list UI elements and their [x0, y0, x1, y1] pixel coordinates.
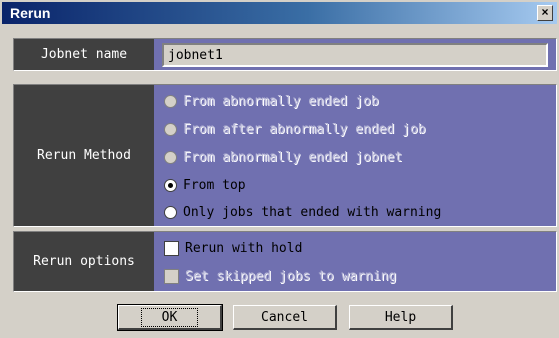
- radio-label: From abnormally ended jobnet: [183, 149, 403, 165]
- jobnet-name-field[interactable]: [162, 43, 548, 67]
- radio-button-icon: [164, 150, 177, 164]
- help-button[interactable]: Help: [349, 305, 453, 330]
- close-button[interactable]: ×: [537, 5, 553, 21]
- ok-button[interactable]: OK: [117, 304, 223, 331]
- checkbox-icon: [164, 240, 179, 256]
- rerun-options-label: Rerun options: [14, 232, 154, 291]
- rerun-method-panel: Rerun Method From abnormally ended job F…: [13, 84, 557, 227]
- radio-only-jobs-ended-with-warning[interactable]: Only jobs that ended with warning: [164, 202, 441, 222]
- close-icon: ×: [541, 5, 549, 19]
- radio-from-abnormally-ended-jobnet[interactable]: From abnormally ended jobnet: [164, 147, 402, 167]
- jobnet-name-label: Jobnet name: [14, 39, 154, 70]
- checkbox-label: Set skipped jobs to warning: [185, 268, 397, 284]
- checkbox-set-skipped-jobs-to-warning[interactable]: Set skipped jobs to warning: [164, 266, 396, 286]
- checkbox-icon: [164, 268, 179, 284]
- radio-button-icon: [164, 122, 177, 136]
- window-title: Rerun: [10, 5, 51, 21]
- rerun-options-checkboxes: Rerun with hold Set skipped jobs to warn…: [154, 232, 556, 291]
- radio-from-top[interactable]: From top: [164, 175, 246, 195]
- radio-label: From top: [183, 177, 246, 193]
- radio-button-icon: [164, 94, 177, 108]
- jobnet-name-value-area: [154, 39, 556, 70]
- cancel-button-label: Cancel: [261, 309, 308, 325]
- checkbox-label: Rerun with hold: [185, 240, 303, 256]
- rerun-options-panel: Rerun options Rerun with hold Set skippe…: [13, 231, 557, 292]
- rerun-method-options: From abnormally ended job From after abn…: [154, 85, 556, 226]
- help-button-label: Help: [384, 309, 417, 325]
- radio-from-abnormally-ended-job[interactable]: From abnormally ended job: [164, 91, 379, 111]
- radio-label: From after abnormally ended job: [183, 121, 426, 137]
- radio-label: From abnormally ended job: [183, 93, 379, 109]
- rerun-dialog: Rerun × Jobnet name Rerun Method From ab…: [0, 0, 559, 338]
- title-bar[interactable]: Rerun ×: [2, 2, 557, 24]
- checkbox-rerun-with-hold[interactable]: Rerun with hold: [164, 238, 302, 258]
- radio-from-after-abnormally-ended-job[interactable]: From after abnormally ended job: [164, 119, 426, 139]
- jobnet-name-panel: Jobnet name: [13, 38, 557, 71]
- radio-label: Only jobs that ended with warning: [183, 204, 442, 220]
- radio-button-selected-icon: [164, 178, 177, 192]
- ok-button-label: OK: [140, 307, 199, 327]
- cancel-button[interactable]: Cancel: [233, 305, 337, 330]
- radio-button-icon: [164, 205, 177, 219]
- rerun-method-label: Rerun Method: [14, 85, 154, 226]
